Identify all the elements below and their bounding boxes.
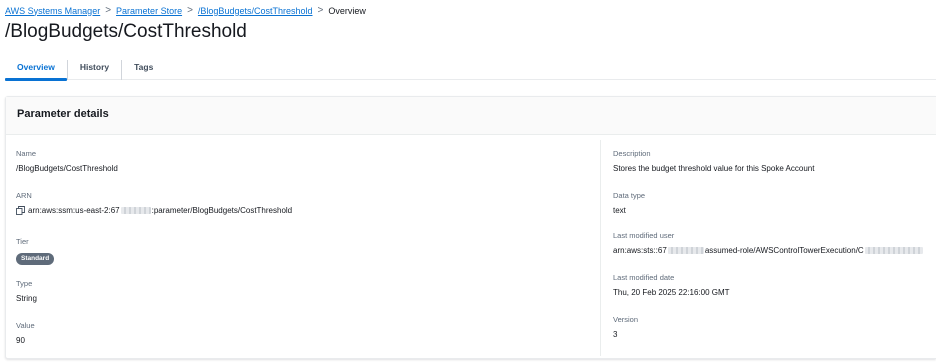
value-label: Value: [16, 321, 35, 330]
arn-label: ARN: [16, 191, 32, 200]
tab-overview[interactable]: Overview: [5, 56, 67, 81]
version-label: Version: [613, 315, 639, 324]
last-modified-user-label: Last modified user: [613, 231, 675, 240]
tab-tags[interactable]: Tags: [121, 60, 165, 80]
parameter-details-panel: Parameter details: [5, 96, 936, 359]
arn-prefix: arn:aws:ssm:us-east-2:67: [28, 206, 120, 215]
breadcrumb-link-parameter[interactable]: /BlogBudgets/CostThreshold: [198, 6, 313, 16]
last-modified-user-field: Last modified user arn:aws:sts::67 assum…: [613, 231, 923, 256]
last-modified-date-label: Last modified date: [613, 273, 675, 282]
value-field: Value 90: [16, 321, 35, 346]
page-title: /BlogBudgets/CostThreshold: [5, 21, 247, 42]
arn-suffix: :parameter/BlogBudgets/CostThreshold: [151, 206, 293, 215]
breadcrumb: AWS Systems Manager > Parameter Store > …: [5, 5, 366, 16]
version-field: Version 3: [613, 315, 638, 340]
tab-history[interactable]: History: [66, 60, 121, 80]
redacted-account-id: [120, 207, 151, 214]
redacted-account-id: [667, 247, 704, 254]
breadcrumb-link-systems-manager[interactable]: AWS Systems Manager: [5, 6, 100, 16]
tier-badge: Standard: [16, 253, 55, 265]
tier-value-wrap: Standard: [16, 251, 55, 265]
version-value: 3: [613, 330, 618, 339]
tab-bar: Overview History Tags: [5, 56, 936, 81]
data-type-field: Data type text: [613, 191, 645, 216]
panel-title: Parameter details: [17, 108, 109, 120]
copy-icon[interactable]: [16, 206, 25, 215]
last-modified-user-value: arn:aws:sts::67 assumed-role/AWSControlT…: [613, 245, 923, 256]
description-label: Description: [613, 149, 651, 158]
data-type-value: text: [613, 206, 626, 215]
type-field: Type String: [16, 279, 37, 304]
value-value: 90: [16, 336, 25, 345]
panel-header: Parameter details: [6, 97, 936, 135]
breadcrumb-current: Overview: [328, 5, 366, 16]
column-divider: [600, 140, 601, 356]
last-modified-date-value: Thu, 20 Feb 2025 22:16:00 GMT: [613, 288, 730, 297]
arn-field: ARN arn:aws:ssm:us-east-2:67 :parameter/…: [16, 191, 292, 216]
name-field: Name /BlogBudgets/CostThreshold: [16, 149, 118, 174]
data-type-label: Data type: [613, 191, 646, 200]
user-arn-suffix: assumed-role/AWSControlTowerExecution/C: [704, 246, 864, 255]
description-field: Description Stores the budget threshold …: [613, 149, 814, 174]
type-value: String: [16, 294, 37, 303]
name-value: /BlogBudgets/CostThreshold: [16, 164, 118, 173]
breadcrumb-separator-icon: >: [105, 5, 112, 16]
tier-label: Tier: [16, 237, 29, 246]
arn-value: arn:aws:ssm:us-east-2:67 :parameter/Blog…: [16, 205, 292, 216]
name-label: Name: [16, 149, 37, 158]
user-arn-prefix: arn:aws:sts::67: [613, 246, 667, 255]
breadcrumb-separator-icon: >: [317, 5, 324, 16]
breadcrumb-separator-icon: >: [187, 5, 193, 16]
tier-field: Tier Standard: [16, 237, 55, 265]
description-value: Stores the budget threshold value for th…: [613, 164, 815, 173]
redacted-session-name: [864, 247, 923, 254]
breadcrumb-link-parameter-store[interactable]: Parameter Store: [116, 6, 182, 16]
type-label: Type: [16, 279, 33, 288]
last-modified-date-field: Last modified date Thu, 20 Feb 2025 22:1…: [613, 273, 730, 298]
